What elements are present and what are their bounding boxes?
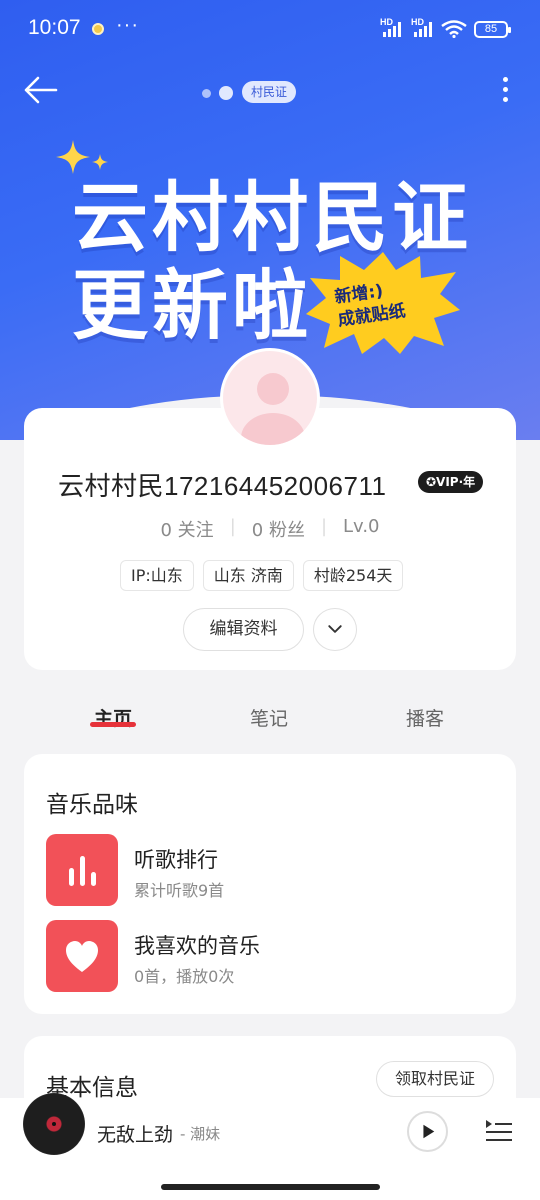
page-dot: [202, 88, 211, 98]
battery-icon: 85: [474, 21, 511, 38]
stats-divider: |: [229, 516, 236, 537]
song-artist: - 潮妹: [180, 1125, 221, 1143]
signal-icon: [383, 21, 401, 37]
user-name: 云村村民1721644520067​11: [58, 471, 387, 501]
header-tag[interactable]: 村民证: [242, 81, 297, 103]
album-disc[interactable]: [23, 1093, 85, 1155]
profile-chips: IP:山东 山东 济南 村龄254天: [120, 560, 404, 591]
music-taste-title: 音乐品味: [46, 792, 138, 818]
user-level[interactable]: Lv.0: [343, 516, 379, 542]
ip-chip: IP:山东: [120, 560, 194, 591]
tab-notes[interactable]: 笔记: [250, 704, 288, 731]
status-time: 10:07: [28, 16, 81, 39]
liked-music-title[interactable]: 我喜欢的音乐: [134, 930, 260, 960]
bar-chart-icon[interactable]: [46, 834, 118, 906]
more-options-icon[interactable]: [498, 74, 512, 106]
profile-stats: 0 关注 | 0 粉丝 | Lv.0: [0, 516, 540, 542]
page-indicator: [202, 86, 233, 100]
coin-icon: [92, 23, 104, 35]
liked-music-subtitle: 0首，播放0次: [134, 967, 235, 986]
followers-count[interactable]: 0 粉丝: [252, 516, 305, 542]
signal-icon-2: [414, 21, 432, 37]
village-age-chip: 村龄254天: [302, 560, 404, 591]
wifi-icon: [441, 20, 467, 38]
profile-page: 10:07 ··· HD HD 85 村民证 云村村民证 更新啦 新增:) 成就…: [0, 0, 540, 1200]
stats-divider: |: [320, 516, 328, 537]
sparkle-small-icon: [92, 154, 108, 170]
play-icon[interactable]: [407, 1111, 448, 1152]
home-indicator[interactable]: [161, 1184, 380, 1190]
page-dot-active: [219, 86, 233, 100]
location-chip: 山东 济南: [202, 560, 294, 591]
chevron-down-icon[interactable]: [313, 608, 357, 651]
sparkle-icon: [56, 140, 90, 174]
avatar[interactable]: [220, 348, 320, 448]
listen-ranking-subtitle: 累计听歌9首: [134, 881, 225, 900]
active-tab-underline: [90, 722, 136, 727]
tab-podcast[interactable]: 播客: [406, 704, 444, 731]
banner-headline-2: 更新啦: [72, 261, 312, 350]
battery-level: 85: [484, 23, 498, 35]
edit-profile-button[interactable]: 编辑资料: [183, 608, 304, 651]
status-bar: 10:07 ··· HD HD 85: [0, 0, 540, 58]
vip-badge[interactable]: ✪VIP·年: [418, 471, 484, 493]
claim-village-card-button[interactable]: 领取村民证: [376, 1061, 494, 1097]
song-title[interactable]: 无敌上劲: [97, 1120, 173, 1147]
banner-headline-1: 云村村民证: [72, 173, 472, 262]
profile-tabs: 主页 笔记 播客: [0, 700, 540, 740]
more-notifications-icon: ···: [116, 14, 139, 36]
playlist-icon[interactable]: [484, 1116, 514, 1146]
back-arrow-icon[interactable]: [22, 74, 62, 106]
listen-ranking-title[interactable]: 听歌排行: [134, 844, 218, 874]
heart-icon[interactable]: [46, 920, 118, 992]
following-count[interactable]: 0 关注: [161, 516, 214, 542]
